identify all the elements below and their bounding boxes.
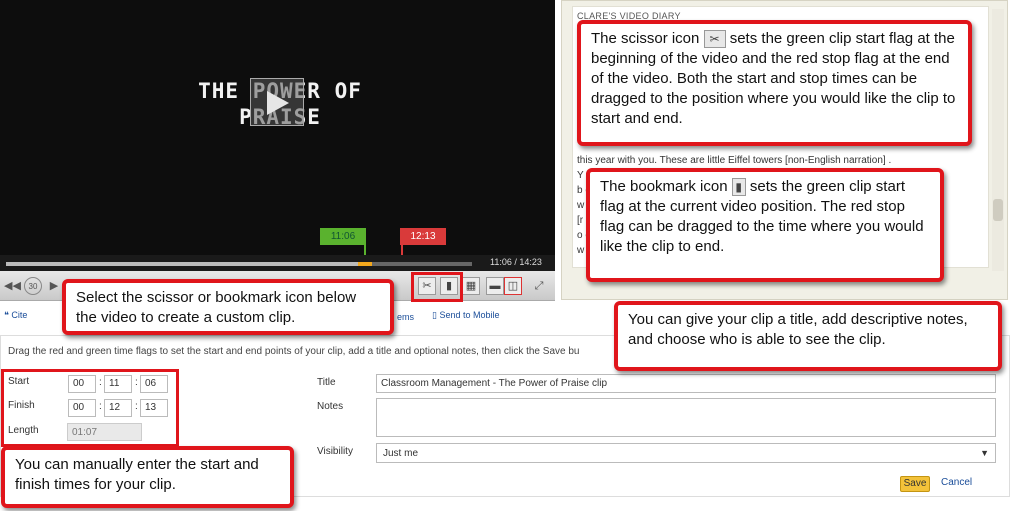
- play-icon: [267, 91, 289, 115]
- video-timeline[interactable]: 11:06 / 14:23: [0, 255, 555, 271]
- play-button[interactable]: [250, 78, 304, 126]
- callout-scissor: The scissor icon ✂ sets the green clip s…: [577, 20, 972, 146]
- play-small-icon[interactable]: ▶: [48, 277, 60, 295]
- diary-line: this year with you. These are little Eif…: [577, 155, 892, 166]
- layout-single-icon[interactable]: ▬: [486, 277, 504, 295]
- items-link[interactable]: ems: [397, 312, 414, 322]
- callout-title-notes: You can give your clip a title, add desc…: [614, 301, 1002, 371]
- bookmark-icon: ▮: [731, 178, 746, 197]
- timeline-clip-segment: [358, 262, 372, 266]
- skip-back-30-icon[interactable]: 30: [24, 277, 42, 295]
- send-to-mobile-link[interactable]: ▯ Send to Mobile: [432, 310, 500, 321]
- form-instructions: Drag the red and green time flags to set…: [8, 346, 580, 357]
- cite-link[interactable]: ❝ Cite: [4, 310, 27, 321]
- callout-bookmark: The bookmark icon ▮ sets the green clip …: [586, 168, 944, 282]
- diary-scroll-thumb[interactable]: [993, 199, 1003, 221]
- timeline-track[interactable]: [6, 262, 472, 266]
- visibility-label: Visibility: [317, 446, 353, 457]
- callout-manual-times: You can manually enter the start and fin…: [1, 446, 294, 508]
- diary-scrollbar[interactable]: [992, 9, 1004, 271]
- cancel-link[interactable]: Cancel: [941, 477, 972, 488]
- times-highlight: [1, 369, 179, 447]
- clip-title-input[interactable]: Classroom Management - The Power of Prai…: [376, 374, 996, 393]
- clip-start-flag[interactable]: 11:06: [320, 228, 366, 245]
- scissors-icon: ✂: [703, 30, 726, 49]
- fullscreen-icon[interactable]: ⤢: [530, 277, 548, 295]
- timeline-played: [6, 262, 358, 266]
- notes-label: Notes: [317, 401, 344, 412]
- title-label: Title: [317, 377, 336, 388]
- save-button[interactable]: Save: [900, 476, 930, 492]
- clip-stop-flag[interactable]: 12:13: [400, 228, 446, 245]
- layout-split-icon[interactable]: ◫: [504, 277, 522, 295]
- visibility-select[interactable]: Just me ▼: [376, 443, 996, 463]
- time-readout: 11:06 / 14:23: [490, 257, 542, 267]
- clip-notes-textarea[interactable]: [376, 398, 996, 437]
- callout-select-icon: Select the scissor or bookmark icon belo…: [62, 279, 394, 335]
- grid-view-icon[interactable]: ▦: [462, 277, 480, 295]
- clip-icons-highlight: [411, 272, 463, 302]
- rewind-icon[interactable]: ◀◀: [4, 277, 21, 295]
- chevron-down-icon: ▼: [980, 448, 989, 458]
- video-player[interactable]: THE POWER OF PRAISE 11:06 12:13: [0, 0, 555, 266]
- visibility-selected-value: Just me: [383, 448, 419, 459]
